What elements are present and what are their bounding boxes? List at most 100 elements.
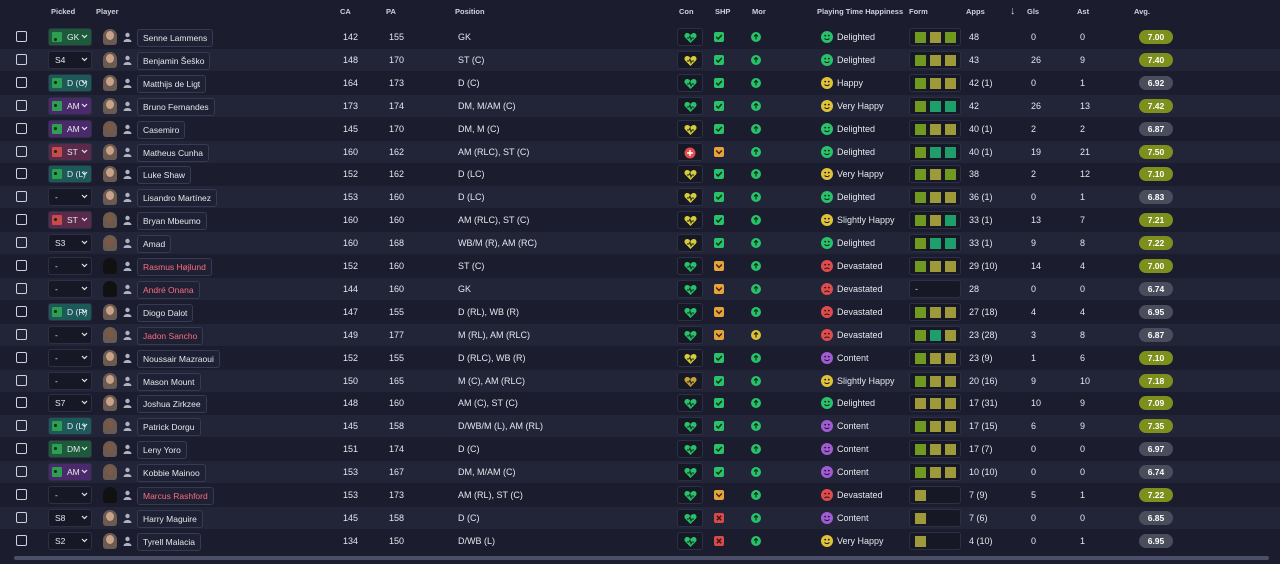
table-row[interactable]: D (R) Diogo Dalot 147 155 D (RL), WB (R) Deva…: [0, 300, 1280, 323]
player-name[interactable]: Bruno Fernandes: [137, 97, 215, 116]
col-mor[interactable]: Mor: [752, 7, 766, 16]
horizontal-scrollbar[interactable]: [14, 556, 1269, 560]
select-checkbox[interactable]: [16, 168, 27, 180]
select-checkbox[interactable]: [16, 237, 27, 249]
picked-dropdown[interactable]: S7: [48, 394, 92, 413]
table-row[interactable]: - Lisandro Martínez 153 160 D (LC) Delighted 3…: [0, 186, 1280, 209]
select-checkbox[interactable]: [16, 145, 27, 157]
picked-dropdown[interactable]: D (C): [48, 73, 92, 92]
table-row[interactable]: ST (C) Bryan Mbeumo 160 160 AM (RLC), ST (C)…: [0, 209, 1280, 241]
table-row[interactable]: D (L) Luke Shaw 152 162 D (LC) Very Happy 38 2 1…: [0, 163, 1280, 186]
picked-dropdown[interactable]: AM: [48, 96, 92, 115]
person-icon[interactable]: [123, 376, 132, 386]
select-checkbox[interactable]: [16, 534, 27, 546]
table-row[interactable]: - André Onana 144 160 GK Devastated - 28 0 0 6.74: [0, 277, 1280, 300]
picked-dropdown[interactable]: S4: [48, 50, 92, 69]
table-row[interactable]: D (C) Matthijs de Ligt 164 173 D (C) Happy 42 …: [0, 71, 1280, 94]
person-icon[interactable]: [123, 169, 132, 180]
picked-dropdown[interactable]: S3: [48, 234, 92, 253]
person-icon[interactable]: [123, 284, 132, 294]
picked-dropdown[interactable]: S8: [48, 508, 92, 527]
picked-dropdown[interactable]: ST (C): [48, 142, 92, 173]
select-checkbox[interactable]: [16, 282, 27, 294]
player-name[interactable]: Benjamin Šeško: [137, 51, 211, 70]
player-name[interactable]: Senne Lammens: [137, 29, 214, 47]
player-name[interactable]: Amad: [137, 235, 172, 254]
select-checkbox[interactable]: [16, 511, 27, 523]
person-icon[interactable]: [123, 32, 132, 42]
person-icon[interactable]: [123, 467, 132, 478]
picked-dropdown[interactable]: AM: [48, 463, 92, 482]
picked-dropdown[interactable]: -: [48, 348, 92, 367]
select-checkbox[interactable]: [16, 466, 27, 478]
player-name[interactable]: Leny Yoro: [137, 441, 187, 460]
table-row[interactable]: S8 Harry Maguire 145 158 D (C) Content 7 (6) 0 0…: [0, 506, 1280, 529]
col-apps[interactable]: Apps: [966, 7, 985, 16]
col-shp[interactable]: SHP: [715, 7, 730, 16]
select-checkbox[interactable]: [16, 99, 27, 111]
table-row[interactable]: D (L) Patrick Dorgu 145 158 D/WB/M (L), AM (…: [0, 415, 1280, 438]
table-row[interactable]: GK Senne Lammens 142 155 GK Delighted 48 0 0 7.00: [0, 26, 1280, 48]
person-icon[interactable]: [123, 261, 132, 271]
table-row[interactable]: AM Kobbie Mainoo 153 167 DM, M/AM (C) Content…: [0, 461, 1280, 484]
person-icon[interactable]: [123, 398, 132, 409]
person-icon[interactable]: [123, 147, 132, 157]
select-checkbox[interactable]: [16, 305, 27, 317]
player-name[interactable]: Diogo Dalot: [137, 303, 194, 322]
picked-dropdown[interactable]: -: [48, 279, 92, 298]
select-checkbox[interactable]: [16, 443, 27, 455]
table-row[interactable]: AM Casemiro 145 170 DM, M (C) Delighted 40 (1)…: [0, 117, 1280, 140]
col-ca[interactable]: CA: [340, 7, 351, 16]
table-row[interactable]: S7 Joshua Zirkzee 148 160 AM (C), ST (C) Deli…: [0, 392, 1280, 415]
person-icon[interactable]: [123, 536, 132, 546]
select-checkbox[interactable]: [16, 122, 27, 134]
picked-dropdown[interactable]: D (L): [48, 165, 92, 184]
player-name[interactable]: Casemiro: [137, 120, 186, 139]
person-icon[interactable]: [123, 330, 132, 340]
person-icon[interactable]: [123, 307, 132, 317]
col-picked[interactable]: Picked: [51, 7, 75, 16]
picked-dropdown[interactable]: D (L): [48, 417, 92, 436]
col-ast[interactable]: Ast: [1077, 7, 1089, 16]
select-checkbox[interactable]: [16, 53, 27, 65]
person-icon[interactable]: [123, 101, 132, 111]
person-icon[interactable]: [123, 444, 132, 455]
player-name[interactable]: Lisandro Martínez: [137, 189, 218, 208]
table-row[interactable]: - Rasmus Højlund 152 160 ST (C) Devastated 29 …: [0, 255, 1280, 277]
select-checkbox[interactable]: [16, 214, 27, 226]
table-row[interactable]: S4 Benjamin Šeško 148 170 ST (C) Delighted 43 2…: [0, 48, 1280, 71]
player-name[interactable]: Marcus Rashford: [137, 487, 214, 505]
select-checkbox[interactable]: [16, 397, 27, 409]
select-checkbox[interactable]: [16, 191, 27, 203]
picked-dropdown[interactable]: S2: [48, 531, 92, 550]
picked-dropdown[interactable]: GK: [48, 28, 92, 46]
picked-dropdown[interactable]: D (R): [48, 302, 92, 321]
person-icon[interactable]: [123, 513, 132, 523]
col-happiness[interactable]: Playing Time Happiness: [817, 7, 903, 16]
player-name[interactable]: Bryan Mbeumo: [137, 212, 207, 231]
col-player[interactable]: Player: [96, 7, 119, 16]
person-icon[interactable]: [123, 490, 132, 500]
player-name[interactable]: Harry Maguire: [137, 509, 203, 528]
table-row[interactable]: AM Bruno Fernandes 173 174 DM, M/AM (C) Very …: [0, 94, 1280, 117]
player-name[interactable]: Matheus Cunha: [137, 143, 210, 162]
col-gls[interactable]: Gls: [1027, 7, 1039, 16]
table-row[interactable]: - Marcus Rashford 153 173 AM (RL), ST (C) Dev…: [0, 484, 1280, 506]
select-checkbox[interactable]: [16, 328, 27, 340]
sort-desc-icon[interactable]: ↓: [1010, 5, 1016, 17]
picked-dropdown[interactable]: -: [48, 325, 92, 344]
col-pa[interactable]: PA: [386, 7, 396, 16]
table-row[interactable]: S3 Amad 160 168 WB/M (R), AM (RC) Delighted 33…: [0, 232, 1280, 255]
select-checkbox[interactable]: [16, 260, 27, 271]
select-checkbox[interactable]: [16, 374, 27, 386]
person-icon[interactable]: [123, 353, 132, 363]
player-name[interactable]: Kobbie Mainoo: [137, 464, 206, 483]
table-row[interactable]: - Noussair Mazraoui 152 155 D (RLC), WB (R) C…: [0, 346, 1280, 369]
col-con[interactable]: Con: [679, 7, 694, 16]
select-checkbox[interactable]: [16, 351, 27, 363]
select-checkbox[interactable]: [16, 420, 27, 432]
player-name[interactable]: Noussair Mazraoui: [137, 349, 220, 368]
table-row[interactable]: DM Leny Yoro 151 174 D (C) Content 17 (7) 0 0 6.9…: [0, 438, 1280, 461]
table-row[interactable]: - Jadon Sancho 149 177 M (RL), AM (RLC) Devas…: [0, 323, 1280, 346]
player-name[interactable]: Jadon Sancho: [137, 326, 204, 345]
